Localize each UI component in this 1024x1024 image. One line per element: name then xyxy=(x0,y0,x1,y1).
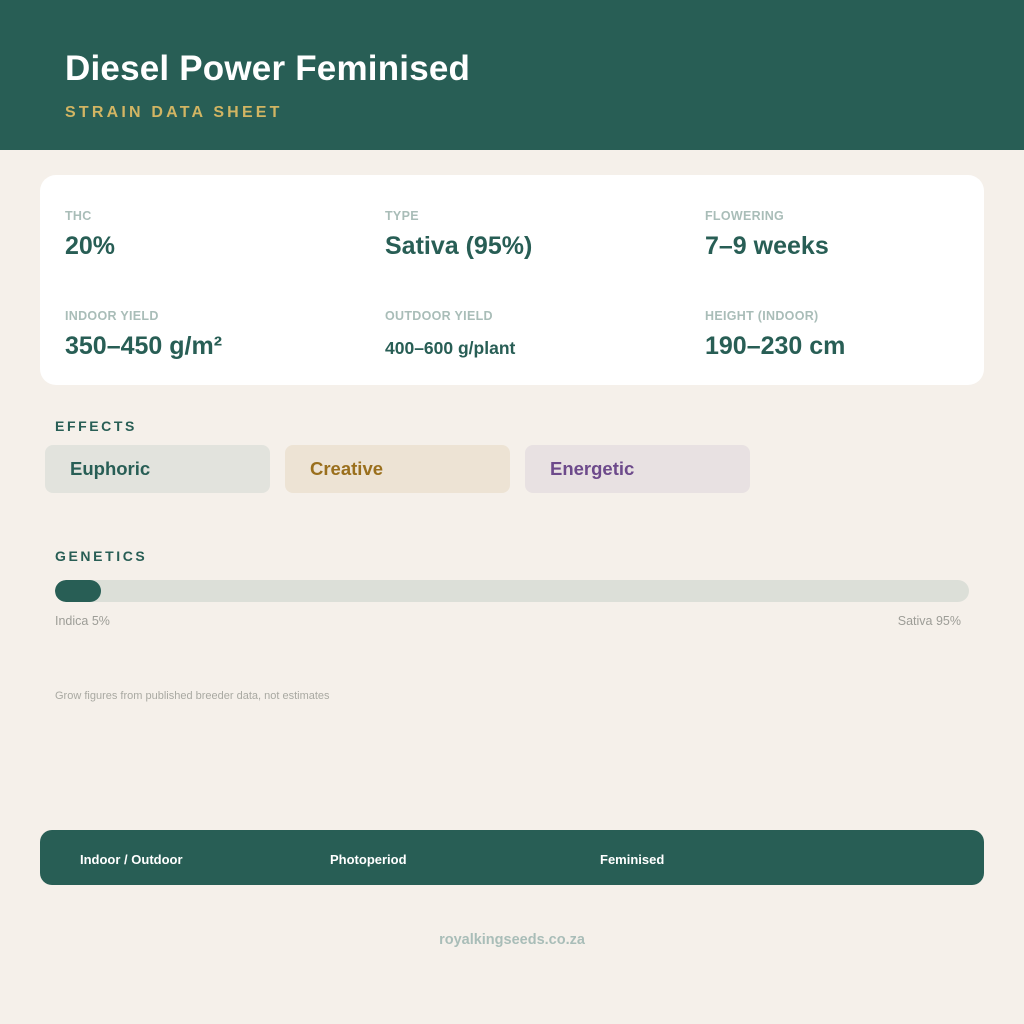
genetics-heading: GENETICS xyxy=(55,548,148,564)
stat-label: INDOOR YIELD xyxy=(65,309,159,323)
genetics-bar-indica-fill xyxy=(55,580,101,602)
stat-value: 20% xyxy=(65,232,116,260)
stat-label: THC xyxy=(65,209,92,223)
stat-label: TYPE xyxy=(385,209,419,223)
stats-card: THC 20% TYPE Sativa (95%) FLOWERING 7–9 … xyxy=(40,175,984,385)
indica-caption: Indica 5% xyxy=(55,614,110,628)
stat-value: 7–9 weeks xyxy=(705,232,829,260)
stat-flowering: FLOWERING 7–9 weeks xyxy=(705,209,829,261)
effects-heading: EFFECTS xyxy=(55,418,137,434)
stat-value: 190–230 cm xyxy=(705,332,846,360)
page-header: Diesel Power Feminised STRAIN DATA SHEET xyxy=(0,0,1024,150)
tag-feminised: Feminised xyxy=(600,852,665,867)
page-subtitle: STRAIN DATA SHEET xyxy=(65,104,283,121)
tags-bar: Indoor / Outdoor Photoperiod Feminised xyxy=(40,830,984,885)
stat-label: HEIGHT (INDOOR) xyxy=(705,309,819,323)
site-url: royalkingseeds.co.za xyxy=(439,932,585,948)
stat-label: OUTDOOR YIELD xyxy=(385,309,493,323)
tag-indoor-outdoor: Indoor / Outdoor xyxy=(80,852,183,867)
effect-pill-energetic: Energetic xyxy=(525,445,750,493)
stat-value: 400–600 g/plant xyxy=(385,338,516,358)
stat-indoor-yield: INDOOR YIELD 350–450 g/m² xyxy=(65,309,222,361)
stat-thc: THC 20% xyxy=(65,209,115,261)
footnote: Grow figures from published breeder data… xyxy=(55,690,330,702)
stat-outdoor-yield: OUTDOOR YIELD 400–600 g/plant xyxy=(385,309,515,359)
page-title: Diesel Power Feminised xyxy=(65,49,471,88)
tag-photoperiod: Photoperiod xyxy=(330,852,407,867)
genetics-bar xyxy=(55,580,969,602)
sativa-caption: Sativa 95% xyxy=(897,614,961,628)
stat-value: 350–450 g/m² xyxy=(65,332,223,360)
stat-height-indoor: HEIGHT (INDOOR) 190–230 cm xyxy=(705,309,845,361)
stat-type: TYPE Sativa (95%) xyxy=(385,209,532,261)
stat-value: Sativa (95%) xyxy=(385,232,533,260)
effect-pill-euphoric: Euphoric xyxy=(45,445,270,493)
stat-label: FLOWERING xyxy=(705,209,785,223)
effect-pill-creative: Creative xyxy=(285,445,510,493)
